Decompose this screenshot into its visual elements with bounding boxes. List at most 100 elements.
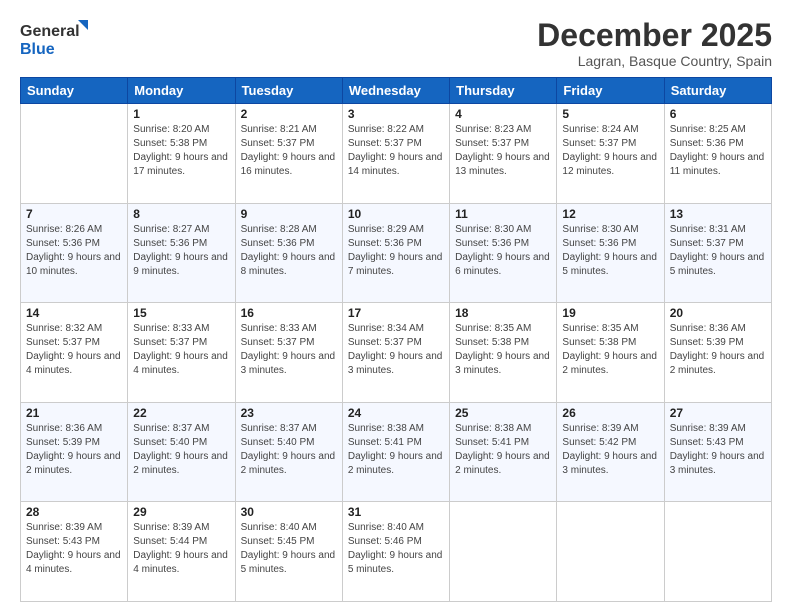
day-number: 6 bbox=[670, 107, 766, 121]
day-number: 31 bbox=[348, 505, 444, 519]
day-number: 10 bbox=[348, 207, 444, 221]
calendar-cell: 18 Sunrise: 8:35 AMSunset: 5:38 PMDayligh… bbox=[450, 303, 557, 403]
calendar-cell: 28 Sunrise: 8:39 AMSunset: 5:43 PMDayligh… bbox=[21, 502, 128, 602]
svg-text:General: General bbox=[20, 23, 80, 40]
day-number: 16 bbox=[241, 306, 337, 320]
cell-content: Sunrise: 8:37 AMSunset: 5:40 PMDaylight:… bbox=[241, 422, 337, 478]
day-number: 2 bbox=[241, 107, 337, 121]
day-number: 27 bbox=[670, 406, 766, 420]
cell-content: Sunrise: 8:35 AMSunset: 5:38 PMDaylight:… bbox=[455, 322, 551, 378]
cell-content: Sunrise: 8:31 AMSunset: 5:37 PMDaylight:… bbox=[670, 223, 766, 279]
cell-content: Sunrise: 8:33 AMSunset: 5:37 PMDaylight:… bbox=[133, 322, 229, 378]
calendar-cell: 16 Sunrise: 8:33 AMSunset: 5:37 PMDayligh… bbox=[235, 303, 342, 403]
week-row: 28 Sunrise: 8:39 AMSunset: 5:43 PMDayligh… bbox=[21, 502, 772, 602]
calendar-cell: 9 Sunrise: 8:28 AMSunset: 5:36 PMDaylight… bbox=[235, 203, 342, 303]
cell-content: Sunrise: 8:29 AMSunset: 5:36 PMDaylight:… bbox=[348, 223, 444, 279]
header-day: Friday bbox=[557, 78, 664, 104]
cell-content: Sunrise: 8:39 AMSunset: 5:43 PMDaylight:… bbox=[26, 521, 122, 577]
cell-content: Sunrise: 8:35 AMSunset: 5:38 PMDaylight:… bbox=[562, 322, 658, 378]
header-day: Tuesday bbox=[235, 78, 342, 104]
calendar-cell: 25 Sunrise: 8:38 AMSunset: 5:41 PMDayligh… bbox=[450, 402, 557, 502]
day-number: 7 bbox=[26, 207, 122, 221]
cell-content: Sunrise: 8:38 AMSunset: 5:41 PMDaylight:… bbox=[455, 422, 551, 478]
cell-content: Sunrise: 8:39 AMSunset: 5:43 PMDaylight:… bbox=[670, 422, 766, 478]
header-day: Wednesday bbox=[342, 78, 449, 104]
calendar-cell: 13Sunrise: 8:31 AMSunset: 5:37 PMDayligh… bbox=[664, 203, 771, 303]
calendar-cell: 4 Sunrise: 8:23 AMSunset: 5:37 PMDaylight… bbox=[450, 104, 557, 204]
header-row: SundayMondayTuesdayWednesdayThursdayFrid… bbox=[21, 78, 772, 104]
day-number: 24 bbox=[348, 406, 444, 420]
calendar-cell: 29 Sunrise: 8:39 AMSunset: 5:44 PMDayligh… bbox=[128, 502, 235, 602]
logo-svg: GeneralBlue bbox=[20, 18, 90, 58]
cell-content: Sunrise: 8:36 AMSunset: 5:39 PMDaylight:… bbox=[670, 322, 766, 378]
cell-content: Sunrise: 8:39 AMSunset: 5:44 PMDaylight:… bbox=[133, 521, 229, 577]
cell-content: Sunrise: 8:32 AMSunset: 5:37 PMDaylight:… bbox=[26, 322, 122, 378]
day-number: 3 bbox=[348, 107, 444, 121]
calendar-cell: 5 Sunrise: 8:24 AMSunset: 5:37 PMDaylight… bbox=[557, 104, 664, 204]
cell-content: Sunrise: 8:34 AMSunset: 5:37 PMDaylight:… bbox=[348, 322, 444, 378]
calendar-cell: 27 Sunrise: 8:39 AMSunset: 5:43 PMDayligh… bbox=[664, 402, 771, 502]
logo: GeneralBlue bbox=[20, 18, 90, 58]
cell-content: Sunrise: 8:25 AMSunset: 5:36 PMDaylight:… bbox=[670, 123, 766, 179]
week-row: 14 Sunrise: 8:32 AMSunset: 5:37 PMDayligh… bbox=[21, 303, 772, 403]
calendar-cell: 11 Sunrise: 8:30 AMSunset: 5:36 PMDayligh… bbox=[450, 203, 557, 303]
day-number: 25 bbox=[455, 406, 551, 420]
day-number: 26 bbox=[562, 406, 658, 420]
calendar-cell: 24 Sunrise: 8:38 AMSunset: 5:41 PMDayligh… bbox=[342, 402, 449, 502]
calendar-cell bbox=[664, 502, 771, 602]
cell-content: Sunrise: 8:40 AMSunset: 5:45 PMDaylight:… bbox=[241, 521, 337, 577]
calendar-cell: 15Sunrise: 8:33 AMSunset: 5:37 PMDayligh… bbox=[128, 303, 235, 403]
calendar-cell: 26Sunrise: 8:39 AMSunset: 5:42 PMDayligh… bbox=[557, 402, 664, 502]
calendar-cell: 14 Sunrise: 8:32 AMSunset: 5:37 PMDayligh… bbox=[21, 303, 128, 403]
day-number: 14 bbox=[26, 306, 122, 320]
cell-content: Sunrise: 8:40 AMSunset: 5:46 PMDaylight:… bbox=[348, 521, 444, 577]
cell-content: Sunrise: 8:36 AMSunset: 5:39 PMDaylight:… bbox=[26, 422, 122, 478]
svg-text:Blue: Blue bbox=[20, 41, 55, 58]
page: GeneralBlue December 2025 Lagran, Basque… bbox=[0, 0, 792, 612]
day-number: 28 bbox=[26, 505, 122, 519]
calendar-cell: 7Sunrise: 8:26 AMSunset: 5:36 PMDaylight… bbox=[21, 203, 128, 303]
calendar-cell bbox=[557, 502, 664, 602]
cell-content: Sunrise: 8:38 AMSunset: 5:41 PMDaylight:… bbox=[348, 422, 444, 478]
calendar-cell: 8 Sunrise: 8:27 AMSunset: 5:36 PMDaylight… bbox=[128, 203, 235, 303]
day-number: 20 bbox=[670, 306, 766, 320]
location: Lagran, Basque Country, Spain bbox=[537, 53, 772, 69]
day-number: 8 bbox=[133, 207, 229, 221]
month-title: December 2025 bbox=[537, 18, 772, 53]
day-number: 18 bbox=[455, 306, 551, 320]
calendar-cell: 30 Sunrise: 8:40 AMSunset: 5:45 PMDayligh… bbox=[235, 502, 342, 602]
day-number: 22 bbox=[133, 406, 229, 420]
calendar-cell bbox=[450, 502, 557, 602]
calendar-cell: 20 Sunrise: 8:36 AMSunset: 5:39 PMDayligh… bbox=[664, 303, 771, 403]
calendar-cell bbox=[21, 104, 128, 204]
calendar-cell: 12Sunrise: 8:30 AMSunset: 5:36 PMDayligh… bbox=[557, 203, 664, 303]
calendar-cell: 31 Sunrise: 8:40 AMSunset: 5:46 PMDayligh… bbox=[342, 502, 449, 602]
cell-content: Sunrise: 8:22 AMSunset: 5:37 PMDaylight:… bbox=[348, 123, 444, 179]
cell-content: Sunrise: 8:33 AMSunset: 5:37 PMDaylight:… bbox=[241, 322, 337, 378]
calendar-cell: 6 Sunrise: 8:25 AMSunset: 5:36 PMDaylight… bbox=[664, 104, 771, 204]
day-number: 4 bbox=[455, 107, 551, 121]
header-day: Thursday bbox=[450, 78, 557, 104]
cell-content: Sunrise: 8:30 AMSunset: 5:36 PMDaylight:… bbox=[455, 223, 551, 279]
day-number: 29 bbox=[133, 505, 229, 519]
day-number: 12 bbox=[562, 207, 658, 221]
header-day: Sunday bbox=[21, 78, 128, 104]
calendar-cell: 21Sunrise: 8:36 AMSunset: 5:39 PMDayligh… bbox=[21, 402, 128, 502]
cell-content: Sunrise: 8:27 AMSunset: 5:36 PMDaylight:… bbox=[133, 223, 229, 279]
calendar-cell: 19Sunrise: 8:35 AMSunset: 5:38 PMDayligh… bbox=[557, 303, 664, 403]
cell-content: Sunrise: 8:24 AMSunset: 5:37 PMDaylight:… bbox=[562, 123, 658, 179]
day-number: 5 bbox=[562, 107, 658, 121]
day-number: 17 bbox=[348, 306, 444, 320]
calendar-cell: 17 Sunrise: 8:34 AMSunset: 5:37 PMDayligh… bbox=[342, 303, 449, 403]
calendar-cell: 1 Sunrise: 8:20 AMSunset: 5:38 PMDaylight… bbox=[128, 104, 235, 204]
cell-content: Sunrise: 8:28 AMSunset: 5:36 PMDaylight:… bbox=[241, 223, 337, 279]
day-number: 9 bbox=[241, 207, 337, 221]
cell-content: Sunrise: 8:23 AMSunset: 5:37 PMDaylight:… bbox=[455, 123, 551, 179]
cell-content: Sunrise: 8:20 AMSunset: 5:38 PMDaylight:… bbox=[133, 123, 229, 179]
day-number: 1 bbox=[133, 107, 229, 121]
header-day: Saturday bbox=[664, 78, 771, 104]
header-day: Monday bbox=[128, 78, 235, 104]
day-number: 30 bbox=[241, 505, 337, 519]
day-number: 11 bbox=[455, 207, 551, 221]
day-number: 23 bbox=[241, 406, 337, 420]
